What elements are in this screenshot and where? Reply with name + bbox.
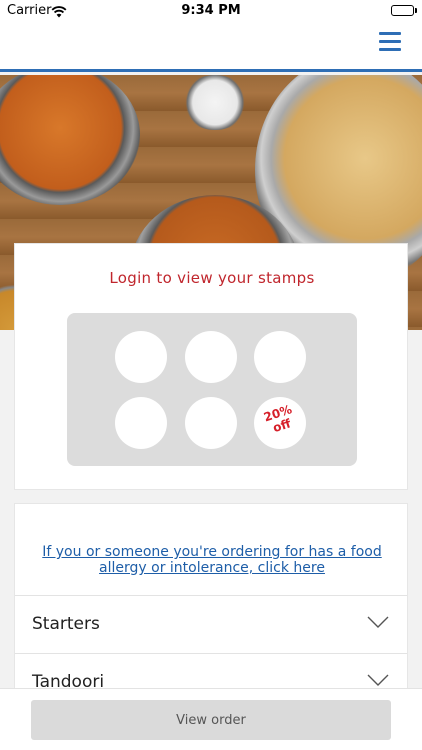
- view-order-button[interactable]: View order: [31, 700, 391, 740]
- chevron-down-icon: [367, 614, 389, 628]
- status-bar: Carrier 9:34 PM: [0, 0, 422, 22]
- battery-tip: [415, 8, 417, 13]
- category-starters[interactable]: Starters: [15, 595, 407, 653]
- reward-stamp: 20% off: [254, 397, 306, 449]
- stamp-card: Login to view your stamps 20% off: [14, 243, 408, 490]
- login-to-view-stamps-link[interactable]: Login to view your stamps: [15, 269, 409, 287]
- allergy-info-link[interactable]: If you or someone you're ordering for ha…: [33, 544, 391, 576]
- reward-label: 20% off: [251, 400, 308, 441]
- hamburger-menu-icon[interactable]: [379, 32, 401, 54]
- stamp-slot: [115, 397, 167, 449]
- stamp-slot: [254, 331, 306, 383]
- stamp-slot: [185, 331, 237, 383]
- battery-icon: [391, 5, 414, 16]
- footer-bar: View order: [0, 688, 422, 750]
- stamp-grid: 20% off: [67, 313, 357, 466]
- clock: 9:34 PM: [181, 3, 241, 18]
- stamp-slot: [185, 397, 237, 449]
- chevron-down-icon: [367, 672, 389, 686]
- app-header: [0, 22, 422, 72]
- menu-card: If you or someone you're ordering for ha…: [14, 503, 408, 703]
- category-label: Starters: [32, 614, 100, 634]
- stamp-slot: [115, 331, 167, 383]
